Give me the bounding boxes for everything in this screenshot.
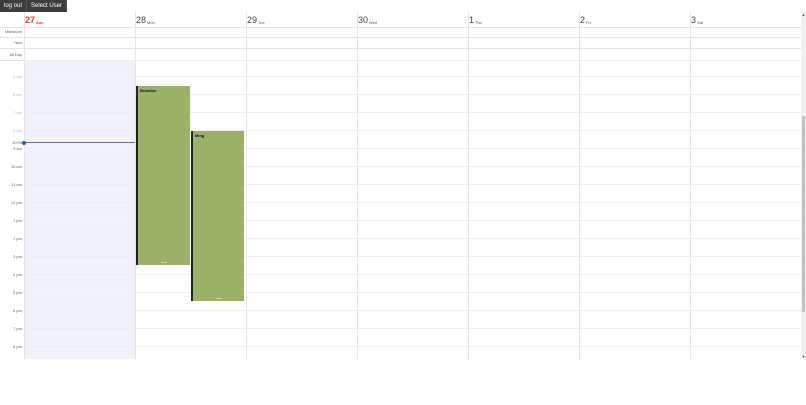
day-divider	[24, 12, 25, 359]
day-name: Mon	[147, 20, 155, 25]
time-label: 1 pm	[13, 218, 22, 223]
day-number: 27	[25, 15, 36, 25]
scroll-up-arrow-icon[interactable]: ▲	[801, 12, 806, 17]
time-grid[interactable]: 5 am 6 am 7 am 8 am 9 am 10 am 11 am 12 …	[0, 12, 801, 359]
current-time-dot	[22, 141, 26, 145]
day-divider	[579, 12, 580, 359]
hour-line	[24, 76, 801, 77]
hour-line	[24, 328, 801, 329]
hour-line	[24, 310, 801, 311]
time-label: 6 pm	[13, 308, 22, 313]
event-title: Brandon	[140, 88, 157, 93]
time-label: 7 pm	[13, 326, 22, 331]
day-header-wed[interactable]: 30 Wed	[357, 12, 468, 27]
hour-line	[24, 346, 801, 347]
event-ming[interactable]: Ming	[191, 131, 244, 301]
day-divider	[468, 12, 469, 359]
time-label: 7 am	[13, 110, 22, 115]
vertical-scrollbar[interactable]: ▲ ▼	[801, 12, 806, 359]
time-label: 2 pm	[13, 236, 22, 241]
task-row[interactable]: Task	[0, 37, 801, 49]
time-label: 5 pm	[13, 290, 22, 295]
hour-line	[24, 292, 801, 293]
calendar-week-view: 27 Sun 28 Mon 29 Tue 30 Wed 1 Thu 2 Fri …	[0, 12, 801, 359]
time-label: 3 pm	[13, 254, 22, 259]
day-name: Sun	[36, 20, 44, 25]
day-name: Thu	[475, 20, 482, 25]
day-name: Sat	[697, 20, 704, 25]
day-number: 3	[691, 15, 697, 25]
logout-button[interactable]: log out	[0, 0, 28, 12]
time-label: 8 pm	[13, 344, 22, 349]
top-toolbar: log out Select User	[0, 0, 68, 12]
scroll-down-arrow-icon[interactable]: ▼	[801, 354, 806, 359]
time-label: 12 pm	[10, 200, 22, 205]
milestone-label: Milestone	[4, 29, 22, 34]
day-header-thu[interactable]: 1 Thu	[468, 12, 579, 27]
event-brandon[interactable]: Brandon	[136, 86, 190, 265]
day-name: Wed	[369, 20, 378, 25]
current-time-label: 10:00	[11, 140, 22, 145]
time-label: 8 am	[13, 128, 22, 133]
day-name: Fri	[586, 20, 591, 25]
day-number: 2	[580, 15, 586, 25]
time-label: 5 am	[13, 74, 22, 79]
day-header-tue[interactable]: 29 Tue	[246, 12, 357, 27]
day-header-mon[interactable]: 28 Mon	[135, 12, 246, 27]
day-number: 28	[136, 15, 147, 25]
day-number: 29	[247, 15, 258, 25]
day-name: Tue	[258, 20, 265, 25]
today-column-highlight	[24, 60, 135, 359]
select-user-button[interactable]: Select User	[27, 0, 68, 12]
day-number: 30	[358, 15, 369, 25]
day-header-fri[interactable]: 2 Fri	[579, 12, 690, 27]
day-header-sat[interactable]: 3 Sat	[690, 12, 801, 27]
day-number: 1	[469, 15, 475, 25]
time-label: 10 am	[10, 164, 22, 169]
hour-line	[24, 60, 801, 61]
day-divider	[357, 12, 358, 359]
day-divider	[690, 12, 691, 359]
scroll-thumb[interactable]	[802, 116, 805, 312]
time-label: 9 am	[13, 146, 22, 151]
day-divider	[246, 12, 247, 359]
task-label: Task	[13, 40, 22, 45]
resize-handle[interactable]	[215, 298, 222, 301]
event-title: Ming	[195, 133, 205, 138]
current-time-line	[24, 142, 135, 143]
resize-handle[interactable]	[161, 262, 167, 265]
hour-line	[24, 274, 801, 275]
time-label: 4 pm	[13, 272, 22, 277]
day-header-sun[interactable]: 27 Sun	[24, 12, 135, 27]
allday-label: All Day	[9, 52, 22, 57]
time-label: 6 am	[13, 92, 22, 97]
time-label: 11 am	[11, 182, 22, 187]
